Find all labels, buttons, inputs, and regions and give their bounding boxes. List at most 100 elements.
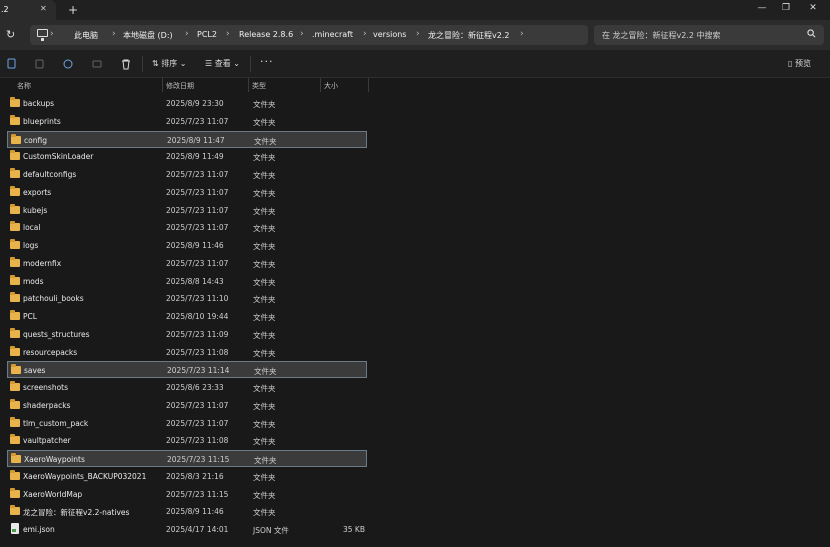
file-type: 文件夹	[253, 224, 276, 234]
file-type: 文件夹	[253, 242, 276, 251]
breadcrumb-item[interactable]: .minecraft	[312, 30, 353, 39]
breadcrumb-item[interactable]: PCL2	[197, 30, 217, 39]
file-name: config	[24, 135, 47, 145]
file-row[interactable]: config 2025/8/9 11:47 文件夹	[7, 130, 367, 148]
column-size[interactable]: 大小	[324, 81, 338, 91]
breadcrumb-chevron-icon[interactable]: ›	[226, 29, 230, 39]
file-type: JSON 文件	[253, 526, 289, 535]
breadcrumb-chevron-icon[interactable]: ›	[112, 29, 116, 39]
breadcrumb-chevron-icon[interactable]: ›	[363, 29, 367, 39]
preview-label: 预览	[794, 59, 811, 68]
file-row[interactable]: kubejs 2025/7/23 11:07 文件夹	[7, 202, 367, 219]
breadcrumb-chevron-icon[interactable]: ›	[300, 29, 304, 39]
rename-icon[interactable]	[62, 58, 74, 70]
minimize-button[interactable]: —	[755, 3, 769, 13]
file-modified: 2025/8/9 11:47	[167, 135, 225, 145]
address-bar[interactable]: 此电脑 本地磁盘 (D:) PCL2 Release 2.8.6 .minecraft v…	[30, 25, 588, 45]
breadcrumb-item[interactable]: versions	[373, 30, 406, 39]
file-row[interactable]: local 2025/7/23 11:07 文件夹	[7, 219, 367, 236]
file-modified: 2025/8/9 23:30	[166, 99, 224, 108]
close-window-button[interactable]: ✕	[806, 3, 820, 13]
column-name[interactable]: 名称	[17, 81, 31, 91]
file-row[interactable]: exports 2025/7/23 11:07 文件夹	[7, 184, 367, 201]
file-type: 文件夹	[253, 437, 276, 447]
file-row[interactable]: modernfix 2025/7/23 11:07 文件夹	[7, 255, 367, 272]
file-row[interactable]: PCL 2025/8/10 19:44 文件夹	[7, 308, 367, 325]
new-tab-button[interactable]: +	[68, 3, 78, 17]
breadcrumb-chevron-icon[interactable]: ›	[185, 29, 189, 39]
file-name: PCL	[23, 312, 37, 321]
file-type: 文件夹	[254, 456, 277, 465]
column-divider[interactable]	[320, 78, 321, 92]
folder-icon	[10, 256, 20, 267]
file-row[interactable]: XaeroWaypoints 2025/7/23 11:15 文件夹	[7, 450, 367, 467]
file-row[interactable]: logs 2025/8/9 11:46 文件夹	[7, 237, 367, 254]
file-name: quests_structures	[23, 329, 90, 339]
file-type: 文件夹	[254, 367, 277, 377]
tab-current[interactable]: .2 ✕	[0, 0, 56, 20]
folder-icon	[10, 203, 20, 214]
file-row[interactable]: defaultconfigs 2025/7/23 11:07 文件夹	[7, 166, 367, 183]
file-row[interactable]: mods 2025/8/8 14:43 文件夹	[7, 273, 367, 290]
breadcrumb-chevron-icon[interactable]: ›	[416, 29, 420, 39]
file-row[interactable]: resourcepacks 2025/7/23 11:08 文件夹	[7, 344, 367, 361]
more-options-button[interactable]: ···	[260, 55, 274, 68]
file-row[interactable]: XaeroWorldMap 2025/7/23 11:15 文件夹	[7, 486, 367, 503]
breadcrumb-item[interactable]: 本地磁盘 (D:)	[123, 30, 173, 41]
file-row[interactable]: tlm_custom_pack 2025/7/23 11:07 文件夹	[7, 415, 367, 432]
column-type[interactable]: 类型	[252, 81, 266, 91]
computer-icon[interactable]	[37, 29, 48, 41]
folder-icon	[10, 239, 20, 249]
breadcrumb-item[interactable]: 此电脑	[74, 30, 98, 41]
file-row[interactable]: 龙之冒险：新征程v2.2-natives 2025/8/9 11:46 文件夹	[7, 503, 367, 520]
file-modified: 2025/8/10 19:44	[166, 312, 229, 321]
column-divider[interactable]	[162, 78, 163, 92]
file-name: 龙之冒险：新征程v2.2-natives	[23, 508, 130, 518]
folder-icon	[10, 487, 20, 498]
folder-icon	[10, 327, 20, 338]
breadcrumb-item[interactable]: 龙之冒险：新征程v2.2	[428, 30, 509, 41]
file-row[interactable]: saves 2025/7/23 11:14 文件夹	[7, 361, 367, 379]
file-type: 文件夹	[253, 171, 276, 180]
file-row[interactable]: vaultpatcher 2025/7/23 11:08 文件夹	[7, 432, 367, 449]
file-row[interactable]: CustomSkinLoader 2025/8/9 11:49 文件夹	[7, 148, 367, 165]
folder-icon	[10, 398, 20, 409]
file-row[interactable]: emi.json 2025/4/17 14:01 JSON 文件 35 KB	[7, 521, 367, 538]
file-modified: 2025/7/23 11:15	[167, 455, 230, 464]
file-type: 文件夹	[253, 384, 276, 393]
cut-icon[interactable]	[6, 58, 18, 70]
file-row[interactable]: patchouli_books 2025/7/23 11:10 文件夹	[7, 290, 367, 307]
search-input[interactable]: 在 龙之冒险：新征程v2.2 中搜索	[594, 25, 824, 45]
breadcrumb-item[interactable]: Release 2.8.6	[239, 30, 293, 39]
column-divider[interactable]	[248, 78, 249, 92]
column-modified[interactable]: 修改日期	[166, 81, 194, 91]
file-row[interactable]: quests_structures 2025/7/23 11:09 文件夹	[7, 326, 367, 343]
file-modified: 2025/7/23 11:07	[166, 258, 229, 268]
file-row[interactable]: XaeroWaypoints_BACKUP032021 2025/8/3 21:1…	[7, 468, 367, 485]
column-divider[interactable]	[368, 78, 369, 92]
share-icon[interactable]	[91, 58, 103, 70]
sort-label: 排序	[161, 59, 178, 68]
folder-icon	[11, 453, 21, 463]
file-row[interactable]: blueprints 2025/7/23 11:07 文件夹	[7, 113, 367, 130]
copy-icon[interactable]	[34, 58, 46, 70]
file-modified: 2025/7/23 11:07	[166, 170, 229, 179]
file-modified: 2025/4/17 14:01	[166, 525, 229, 534]
file-row[interactable]: backups 2025/8/9 23:30 文件夹	[7, 95, 367, 112]
breadcrumb-chevron-icon[interactable]: ›	[520, 29, 524, 39]
file-type: 文件夹	[253, 259, 276, 269]
file-row[interactable]: screenshots 2025/8/6 23:33 文件夹	[7, 379, 367, 396]
search-icon[interactable]	[807, 29, 816, 38]
file-row[interactable]: shaderpacks 2025/7/23 11:07 文件夹	[7, 397, 367, 414]
preview-button[interactable]: ▯ 预览	[788, 58, 811, 69]
file-name: emi.json	[23, 525, 55, 534]
file-name: mods	[23, 276, 44, 286]
file-modified: 2025/8/9 11:49	[166, 152, 224, 162]
view-button[interactable]: ☰ 查看 ⌄	[205, 58, 240, 69]
tab-close-icon[interactable]: ✕	[40, 4, 47, 13]
breadcrumb-chevron-icon[interactable]: ›	[50, 29, 54, 39]
refresh-icon[interactable]: ↻	[6, 28, 15, 41]
sort-button[interactable]: ⇅ 排序 ⌄	[152, 58, 187, 69]
maximize-button[interactable]: ❐	[779, 3, 793, 13]
delete-icon[interactable]	[120, 58, 132, 70]
